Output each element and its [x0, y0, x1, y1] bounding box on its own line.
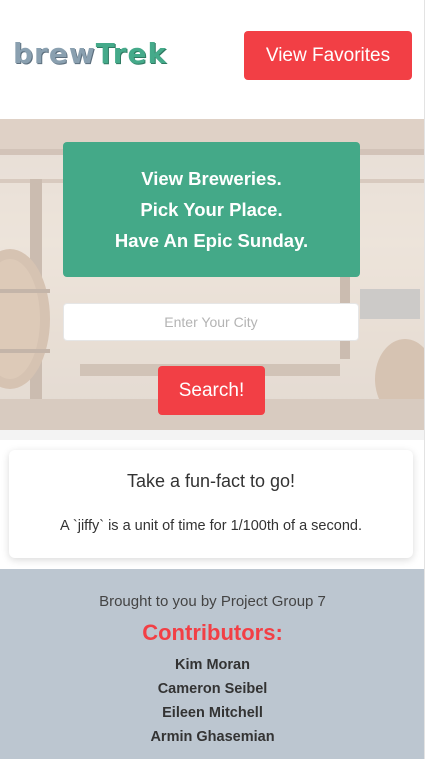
contributors-title: Contributors: [142, 620, 283, 645]
section-divider [0, 430, 425, 440]
tagline-line-1: View Breweries. [141, 168, 282, 189]
logo-trek-text: Trek [95, 37, 168, 70]
footer-credit: Brought to you by Project Group 7 [99, 593, 326, 610]
tagline-box: View Breweries. Pick Your Place. Have An… [63, 142, 360, 277]
brewtrek-logo[interactable]: brewTrek [13, 37, 167, 70]
hero-section: View Breweries. Pick Your Place. Have An… [0, 119, 425, 430]
contributor-name: Kim Moran [175, 657, 250, 673]
contributors-list: Kim Moran Cameron Seibel Eileen Mitchell… [0, 653, 425, 749]
fun-fact-title: Take a fun-fact to go! [126, 471, 296, 491]
footer: Brought to you by Project Group 7 Contri… [0, 569, 425, 759]
search-button[interactable]: Search! [158, 366, 265, 415]
tagline-line-3: Have An Epic Sunday. [114, 230, 309, 251]
city-search-input[interactable] [63, 303, 359, 341]
contributor-name: Cameron Seibel [157, 681, 268, 697]
contributor-name: Armin Ghasemian [150, 729, 275, 745]
fun-fact-card: Take a fun-fact to go! A `jiffy` is a un… [9, 450, 413, 558]
logo-brew-text: brew [13, 37, 96, 70]
fun-fact-text: A `jiffy` is a unit of time for 1/100th … [60, 518, 362, 534]
contributor-name: Eileen Mitchell [162, 705, 263, 721]
view-favorites-button[interactable]: View Favorites [244, 31, 412, 80]
header: brewTrek View Favorites [0, 0, 425, 119]
tagline-line-2: Pick Your Place. [140, 199, 283, 220]
